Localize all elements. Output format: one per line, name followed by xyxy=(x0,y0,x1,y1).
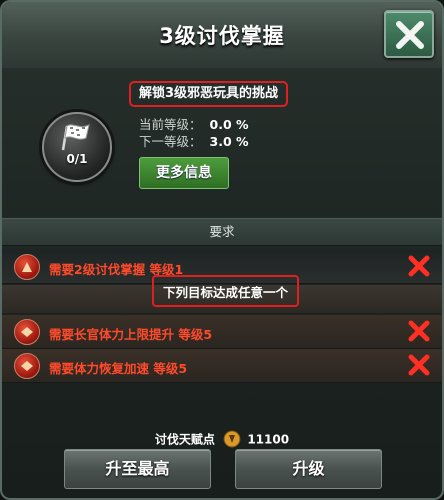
any-goal-label: 下列目标达成任意一个 xyxy=(152,275,299,307)
skill-icon xyxy=(14,319,40,345)
upgrade-button[interactable]: 升级 xyxy=(235,449,382,489)
red-x-icon xyxy=(408,320,430,342)
red-x-icon xyxy=(408,354,430,376)
talent-points-label: 讨伐天赋点 xyxy=(154,432,215,447)
dialog-header: 3级讨伐掌握 xyxy=(2,2,442,69)
flag-icon xyxy=(61,124,90,151)
skill-dialog: 3级讨伐掌握 0/1 解锁3级邪恶玩具的挑战 当前等级： 0.0 % 下一等级： 3… xyxy=(0,0,444,500)
more-info-button[interactable]: 更多信息 xyxy=(139,157,229,189)
skill-badge: 0/1 xyxy=(42,112,112,182)
current-level-value: 0.0 % xyxy=(209,117,249,132)
next-level-value: 3.0 % xyxy=(209,134,249,149)
close-x-icon xyxy=(396,21,424,49)
requirement-row: 需要长官体力上限提升 等级5 xyxy=(2,315,442,349)
requirements-header: 要求 xyxy=(2,218,442,246)
talent-points-value: 11100 xyxy=(247,432,290,447)
next-level-label: 下一等级： xyxy=(139,134,202,149)
requirement-row: 需要体力恢复加速 等级5 xyxy=(2,349,442,383)
talent-points-row: 讨伐天赋点 11100 xyxy=(2,430,442,450)
skill-progress: 0/1 xyxy=(66,152,88,166)
skill-icon xyxy=(14,254,40,280)
next-level-row: 下一等级： 3.0 % xyxy=(139,131,249,150)
skill-icon xyxy=(14,353,40,379)
red-x-icon xyxy=(408,255,430,277)
upgrade-max-button[interactable]: 升至最高 xyxy=(64,449,211,489)
unlock-description: 解锁3级邪恶玩具的挑战 xyxy=(129,81,289,107)
requirement-text: 需要体力恢复加速 等级5 xyxy=(49,361,188,376)
talent-point-icon xyxy=(223,430,241,448)
current-level-label: 当前等级： xyxy=(139,117,202,132)
requirement-text: 需要长官体力上限提升 等级5 xyxy=(49,327,213,342)
dialog-title: 3级讨伐掌握 xyxy=(159,24,285,48)
close-button[interactable] xyxy=(384,10,434,58)
